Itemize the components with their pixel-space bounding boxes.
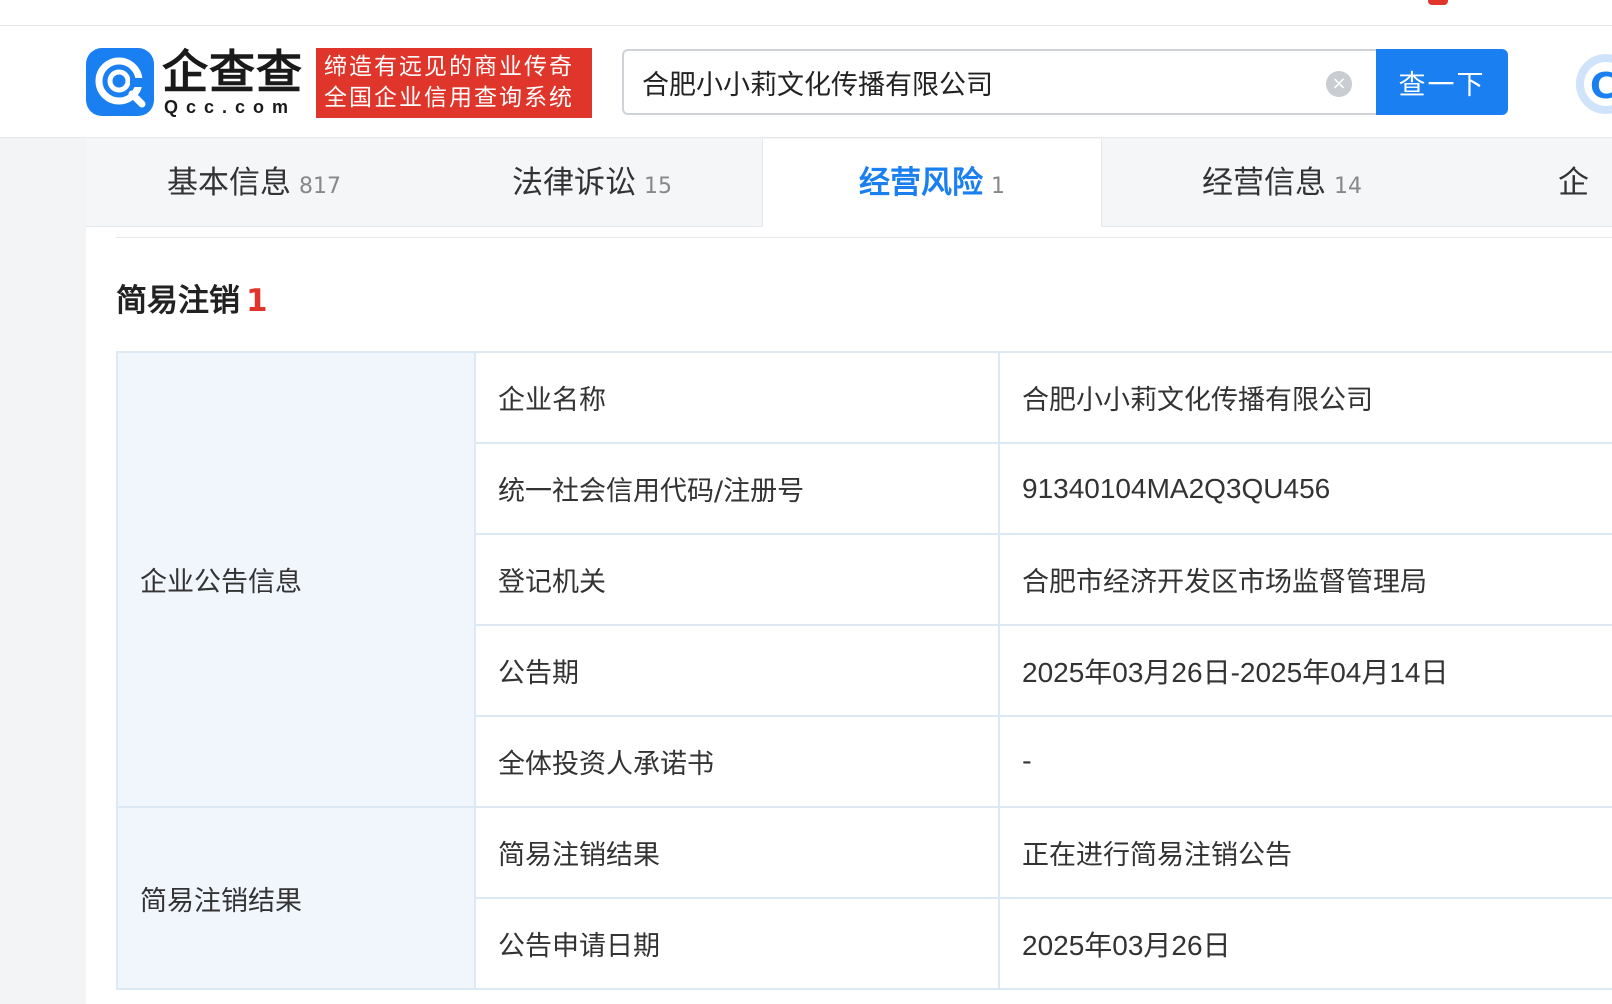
logo-wordmark[interactable]: 企查查 Qcc.com: [162, 46, 312, 118]
tab-label: 经营风险: [859, 165, 983, 201]
tab-label: 基本信息: [167, 165, 291, 201]
tab-label: 法律诉讼: [512, 165, 636, 201]
site-header: 企查查 Qcc.com 缔造有远见的商业传奇 全国企业信用查询系统 × 查一下 …: [0, 26, 1612, 138]
row-value: 2025年03月26日: [998, 897, 1612, 990]
row-key: 公告期: [474, 624, 1000, 717]
row-value: 正在进行简易注销公告: [998, 806, 1612, 899]
table-row: 企业公告信息 企业名称 合肥小小莉文化传播有限公司: [116, 351, 1612, 808]
app-download-icon[interactable]: C: [1576, 54, 1612, 114]
tab-count: 817: [299, 174, 341, 199]
top-bar-mark: [1428, 0, 1448, 5]
divider: [116, 237, 1612, 238]
tab-enterprise[interactable]: 企: [1462, 139, 1612, 227]
company-tabs: 基本信息 817 法律诉讼 15 经营风险 1 经营信息 14 企: [86, 139, 1612, 227]
row-key: 全体投资人承诺书: [474, 715, 1000, 808]
logo-en-text: Qcc.com: [164, 97, 297, 117]
group-label-announcement: 企业公告信息: [116, 351, 476, 808]
row-value[interactable]: 合肥小小莉文化传播有限公司: [998, 351, 1612, 444]
row-key: 统一社会信用代码/注册号: [474, 442, 1000, 535]
tab-count: 1: [991, 174, 1005, 199]
top-bar: [0, 0, 1612, 26]
slogan-banner: 缔造有远见的商业传奇 全国企业信用查询系统: [316, 48, 592, 118]
tab-count: 14: [1334, 174, 1362, 199]
row-key: 公告申请日期: [474, 897, 1000, 990]
tab-label: 企: [1558, 165, 1589, 201]
table-row: 简易注销结果 简易注销结果 正在进行简易注销公告: [116, 806, 1612, 990]
section-count: 1: [246, 283, 268, 319]
row-value: -: [998, 715, 1612, 808]
deregistration-table: 企业公告信息 企业名称 合肥小小莉文化传播有限公司 统一社会信用代码/注册号 9…: [116, 351, 1612, 990]
row-key: 简易注销结果: [474, 806, 1000, 899]
search-button[interactable]: 查一下: [1376, 49, 1508, 115]
logo-cn-text: 企查查: [162, 45, 303, 99]
main-content: 简易注销 1 企业公告信息 企业名称 合肥小小莉文化传播有限公司 统一社会信用代码…: [86, 227, 1612, 1004]
tab-basic-info[interactable]: 基本信息 817: [86, 139, 422, 227]
row-value: 91340104MA2Q3QU456: [998, 442, 1612, 535]
slogan-line-2: 全国企业信用查询系统: [324, 85, 574, 111]
tab-label: 经营信息: [1202, 165, 1326, 201]
tab-count: 15: [644, 174, 672, 199]
row-key: 企业名称: [474, 351, 1000, 444]
clear-circle-icon[interactable]: ×: [1326, 71, 1352, 97]
section-title-text: 简易注销: [116, 283, 240, 319]
section-title: 简易注销 1: [116, 275, 268, 320]
tab-operational-info[interactable]: 经营信息 14: [1102, 139, 1462, 227]
edge-logo-letter: C: [1590, 66, 1612, 107]
row-value: 合肥市经济开发区市场监督管理局: [998, 533, 1612, 626]
group-label-result: 简易注销结果: [116, 806, 476, 990]
row-key: 登记机关: [474, 533, 1000, 626]
search-box: ×: [622, 49, 1376, 115]
row-value: 2025年03月26日-2025年04月14日: [998, 624, 1612, 717]
search-input[interactable]: [642, 61, 1302, 103]
qcc-logo-icon[interactable]: [86, 48, 154, 116]
slogan-line-1: 缔造有远见的商业传奇: [324, 54, 574, 80]
tab-legal[interactable]: 法律诉讼 15: [422, 139, 762, 227]
tab-operational-risk[interactable]: 经营风险 1: [762, 139, 1102, 227]
